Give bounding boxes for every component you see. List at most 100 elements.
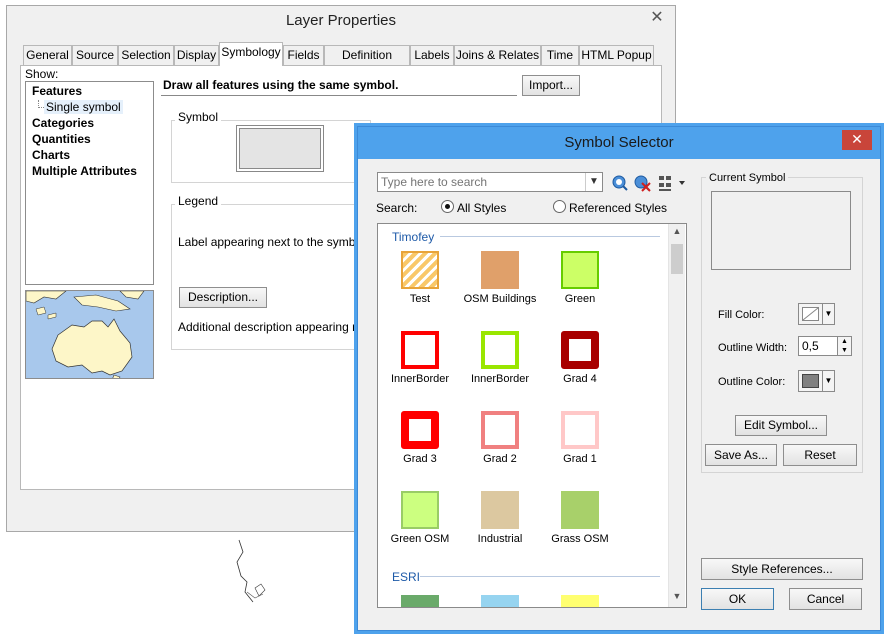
- symbol-selector-window: Symbol Selector ✕ ▼ Search: All Styles R…: [357, 126, 881, 631]
- referenced-styles-label[interactable]: Referenced Styles: [569, 201, 667, 215]
- symbol-gallery: Timofey Test OSM Buildings Green InnerBorde…: [377, 223, 687, 608]
- symbol-item[interactable]: Grad 4: [540, 331, 620, 385]
- tab-html-popup[interactable]: HTML Popup: [579, 45, 654, 66]
- close-icon[interactable]: ✕: [842, 130, 872, 150]
- section-divider: [420, 576, 660, 577]
- outline-width-spinner[interactable]: ▲ ▼: [838, 336, 852, 356]
- all-styles-label[interactable]: All Styles: [457, 201, 506, 215]
- symbol-item[interactable]: [460, 595, 540, 607]
- scroll-up-icon[interactable]: ▲: [669, 226, 685, 240]
- tree-item-charts[interactable]: Charts: [32, 148, 70, 162]
- outline-color-button[interactable]: [798, 370, 823, 392]
- save-as-button[interactable]: Save As...: [705, 444, 777, 466]
- clear-search-icon[interactable]: [633, 174, 651, 192]
- section-header-esri: ESRI: [392, 570, 421, 584]
- symbol-swatch: [401, 411, 439, 449]
- symbol-item[interactable]: Grad 3: [380, 411, 460, 465]
- preview-map-thumbnail: [25, 290, 154, 379]
- gallery-scrollbar[interactable]: ▲ ▼: [668, 224, 685, 607]
- symbol-item[interactable]: InnerBorder: [460, 331, 540, 385]
- tab-labels[interactable]: Labels: [410, 45, 454, 66]
- symbol-swatch: [239, 128, 321, 169]
- legend-label-text: Label appearing next to the symbol in: [178, 235, 378, 249]
- symbol-label: Industrial: [477, 533, 523, 545]
- tab-general[interactable]: General: [23, 45, 72, 66]
- tree-item-single-symbol[interactable]: Single symbol: [44, 100, 123, 114]
- symbol-item[interactable]: Grad 1: [540, 411, 620, 465]
- symbol-swatch: [481, 331, 519, 369]
- search-scope-label: Search:: [376, 201, 418, 215]
- fill-color-dropdown-icon[interactable]: ▼: [823, 303, 835, 325]
- import-button[interactable]: Import...: [522, 75, 580, 96]
- renderer-tree: Features Single symbol Categories Quanti…: [25, 81, 154, 285]
- symbol-swatch: [481, 411, 519, 449]
- search-combo[interactable]: ▼: [377, 172, 603, 192]
- background-map-fragment: [236, 539, 266, 603]
- outline-color-label: Outline Color:: [718, 376, 786, 388]
- symbol-swatch: [401, 595, 439, 607]
- cancel-button[interactable]: Cancel: [789, 588, 862, 610]
- renderer-description: Draw all features using the same symbol.: [161, 74, 517, 96]
- close-icon[interactable]: ✕: [641, 8, 673, 28]
- tree-item-quantities[interactable]: Quantities: [32, 132, 91, 146]
- show-label: Show:: [25, 67, 59, 81]
- symbol-item[interactable]: InnerBorder: [380, 331, 460, 385]
- symbol-item[interactable]: [380, 595, 460, 607]
- symbol-swatch: [561, 251, 599, 289]
- symbol-preview-button[interactable]: [236, 125, 324, 172]
- description-button[interactable]: Description...: [179, 287, 267, 308]
- symbol-label: Green OSM: [390, 533, 450, 545]
- symbol-label: Grass OSM: [551, 533, 609, 545]
- tree-item-categories[interactable]: Categories: [32, 116, 94, 130]
- symbol-label: Grad 2: [483, 453, 517, 465]
- tab-time[interactable]: Time: [541, 45, 579, 66]
- symbol-label: Grad 4: [563, 373, 597, 385]
- tab-symbology[interactable]: Symbology: [219, 42, 283, 66]
- reset-button[interactable]: Reset: [783, 444, 857, 466]
- referenced-styles-radio[interactable]: [553, 200, 566, 213]
- symbol-swatch: [481, 491, 519, 529]
- symbol-item[interactable]: Test: [380, 251, 460, 305]
- symbol-swatch: [401, 331, 439, 369]
- symbol-swatch: [401, 491, 439, 529]
- tree-item-features[interactable]: Features: [32, 84, 82, 98]
- symbol-item[interactable]: Industrial: [460, 491, 540, 545]
- tab-joins-relates[interactable]: Joins & Relates: [454, 45, 541, 66]
- search-icon[interactable]: [611, 174, 629, 192]
- outline-color-dropdown-icon[interactable]: ▼: [823, 370, 835, 392]
- symbol-group-label: Symbol: [175, 110, 222, 124]
- fill-color-button[interactable]: [798, 303, 823, 325]
- symbol-item[interactable]: Green: [540, 251, 620, 305]
- symbol-item[interactable]: Green OSM: [380, 491, 460, 545]
- additional-description-text: Additional description appearing next: [178, 320, 375, 334]
- symbol-item[interactable]: Grad 2: [460, 411, 540, 465]
- current-symbol-label: Current Symbol: [706, 172, 789, 184]
- tree-item-multiple-attributes[interactable]: Multiple Attributes: [32, 164, 137, 178]
- chevron-down-icon[interactable]: ▼: [585, 173, 602, 191]
- tab-definition-query[interactable]: Definition Query: [324, 45, 410, 81]
- all-styles-radio[interactable]: [441, 200, 454, 213]
- tab-selection[interactable]: Selection: [118, 45, 174, 66]
- tab-display[interactable]: Display: [174, 45, 219, 66]
- symbol-swatch: [401, 251, 439, 289]
- symbol-label: InnerBorder: [470, 373, 530, 385]
- window-title: Symbol Selector: [564, 134, 674, 151]
- symbol-label: OSM Buildings: [463, 293, 537, 305]
- symbol-label: Test: [409, 293, 431, 305]
- symbol-label: Grad 3: [403, 453, 437, 465]
- tab-fields[interactable]: Fields: [283, 45, 324, 66]
- edit-symbol-button[interactable]: Edit Symbol...: [735, 415, 827, 436]
- view-options-icon[interactable]: [658, 174, 688, 192]
- symbol-label: Green: [564, 293, 596, 305]
- style-references-button[interactable]: Style References...: [701, 558, 863, 580]
- outline-width-input[interactable]: 0,5: [798, 336, 838, 356]
- search-input[interactable]: [381, 174, 581, 190]
- tab-source[interactable]: Source: [72, 45, 118, 66]
- scrollbar-thumb[interactable]: [671, 244, 683, 274]
- symbol-item[interactable]: OSM Buildings: [460, 251, 540, 305]
- ok-button[interactable]: OK: [701, 588, 774, 610]
- scroll-down-icon[interactable]: ▼: [669, 591, 685, 605]
- symbol-item[interactable]: [540, 595, 620, 607]
- fill-color-label: Fill Color:: [718, 309, 765, 321]
- symbol-item[interactable]: Grass OSM: [540, 491, 620, 545]
